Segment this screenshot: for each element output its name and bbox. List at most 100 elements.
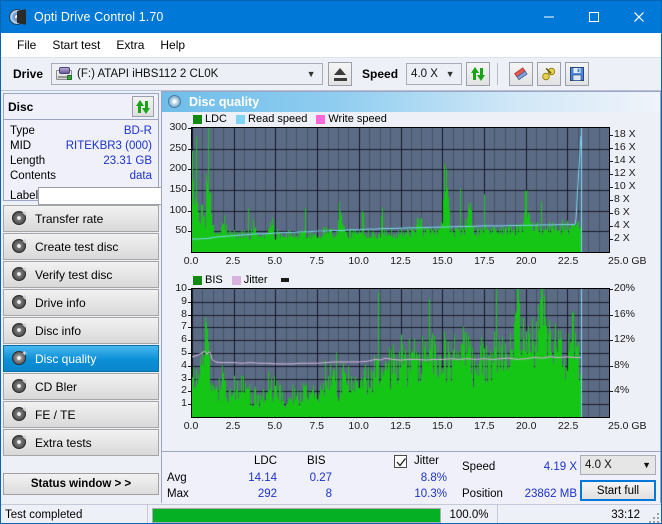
- axis-tick: [188, 128, 191, 129]
- menu-start-test[interactable]: Start test: [44, 36, 108, 54]
- drive-select[interactable]: (F:) ATAPI iHBS112 2 CL0K ▼: [51, 63, 324, 85]
- legend-label-ldc: LDC: [205, 113, 228, 125]
- speed-stat-label: Speed: [462, 461, 496, 473]
- sidebar-item-label: Disc info: [35, 323, 82, 338]
- resize-grip[interactable]: [647, 511, 659, 523]
- sidebar-item-extra-tests[interactable]: ✦ Extra tests: [3, 429, 159, 456]
- legend-swatch-jitter: [231, 275, 241, 285]
- axis-tick: [188, 190, 191, 191]
- axis-tick: [610, 161, 613, 162]
- axis-tick-label: 250: [169, 141, 187, 154]
- axis-tick-label: 5: [181, 346, 187, 358]
- elapsed-cell: 33:12: [497, 504, 661, 523]
- status-window-button[interactable]: Status window > >: [3, 473, 159, 495]
- axis-tick: [188, 391, 191, 392]
- test-speed-select[interactable]: 4.0 X ▼: [580, 455, 656, 475]
- jitter-label: Jitter: [414, 455, 439, 467]
- close-icon[interactable]: [616, 1, 661, 33]
- disc-test-icon: ✦: [12, 238, 28, 254]
- axis-tick: [610, 148, 613, 149]
- progress-bar: [152, 507, 441, 523]
- legend-label-bis: BIS: [205, 274, 223, 286]
- jitter-avg-value: 8.8%: [420, 472, 447, 484]
- page-title: Disc quality: [189, 95, 260, 109]
- axis-tick-label: 8 X: [614, 192, 630, 205]
- legend-swatch-write-speed: [316, 114, 326, 124]
- refresh-button[interactable]: [466, 62, 491, 86]
- axis-tick: [188, 289, 191, 290]
- axis-tick: [188, 353, 191, 354]
- speed-select[interactable]: 4.0 X ▼: [406, 63, 463, 85]
- axis-tick-label: 0.0: [183, 420, 199, 432]
- sidebar-item-label: FE / TE: [35, 407, 76, 422]
- axis-tick-label: 7.5: [309, 420, 324, 432]
- minimize-icon[interactable]: [526, 1, 571, 33]
- axis-tick-label: 20.0: [515, 255, 537, 267]
- axis-tick-label: 6: [181, 333, 187, 346]
- axis-tick-label: 6 X: [614, 205, 630, 218]
- ldc-chart-plot[interactable]: [191, 127, 610, 253]
- axis-tick: [610, 340, 613, 341]
- axis-tick-label: 10: [175, 282, 187, 294]
- sidebar-item-drive-info[interactable]: ✦ Drive info: [3, 289, 159, 316]
- ldc-max-value: 292: [257, 488, 277, 500]
- charts-area: LDC Read speed Write speed 50 100 150 200 25…: [162, 112, 660, 450]
- sidebar-item-verify-test-disc[interactable]: ✦ Verify test disc: [3, 261, 159, 288]
- axis-tick: [188, 302, 191, 303]
- sidebar-item-cd-bler[interactable]: ✦ CD Bler: [3, 373, 159, 400]
- tools-button[interactable]: [537, 62, 562, 86]
- jitter-checkbox[interactable]: [394, 455, 407, 468]
- legend-swatch-bis: [193, 275, 202, 285]
- axis-tick-label: 12.5: [390, 420, 411, 432]
- disc-refresh-button[interactable]: [132, 96, 154, 117]
- axis-tick-label: 150: [169, 183, 187, 195]
- refresh-icon: [471, 67, 486, 81]
- eject-button[interactable]: [328, 62, 353, 86]
- axis-tick: [610, 239, 613, 240]
- disc-label-label: Label: [10, 190, 39, 202]
- axis-tick: [610, 315, 613, 316]
- axis-tick: [610, 213, 613, 214]
- sidebar-item-fe-te[interactable]: ✦ FE / TE: [3, 401, 159, 428]
- menu-extra[interactable]: Extra: [108, 36, 152, 54]
- axis-tick-label: 100: [169, 203, 187, 216]
- axis-tick: [188, 169, 191, 170]
- disc-test-icon: ✦: [12, 322, 28, 338]
- disc-field-type-label: Type: [10, 124, 35, 137]
- app-window: Opti Drive Control 1.70 File Start test …: [0, 0, 662, 524]
- erase-button[interactable]: [509, 62, 534, 86]
- disc-field-length-value: 23.31 GB: [103, 154, 152, 167]
- menu-help[interactable]: Help: [152, 36, 193, 54]
- axis-tick-label: 12%: [614, 333, 636, 346]
- axis-tick: [188, 327, 191, 328]
- axis-tick: [610, 226, 613, 227]
- axis-tick: [610, 391, 613, 392]
- disc-fields: Type BD-R MID RITEKBR3 (000) Length 23.3…: [4, 120, 242, 206]
- chevron-down-icon: ▼: [445, 68, 455, 79]
- sidebar-item-disc-quality[interactable]: ✦ Disc quality: [3, 345, 159, 372]
- axis-tick: [610, 366, 613, 367]
- test-speed-select-value: 4.0 X: [585, 459, 612, 471]
- toolbar-separator: [497, 63, 499, 85]
- sidebar-item-disc-info[interactable]: ✦ Disc info: [3, 317, 159, 344]
- axis-tick: [610, 289, 613, 290]
- bis-max-value: 8: [325, 488, 332, 500]
- bis-chart-plot[interactable]: [191, 288, 610, 418]
- maximize-icon[interactable]: [571, 1, 616, 33]
- refresh-icon: [136, 99, 150, 114]
- axis-tick-label: 7.5: [309, 255, 324, 267]
- sidebar-item-create-test-disc[interactable]: ✦ Create test disc: [3, 233, 159, 260]
- axis-tick: [188, 211, 191, 212]
- axis-tick-label: 15.0: [432, 255, 453, 267]
- disc-box-header: Disc: [4, 94, 158, 120]
- disc-test-icon: ✦: [12, 378, 28, 394]
- stats-col-ldc: LDC: [254, 455, 278, 467]
- menu-file[interactable]: File: [9, 36, 44, 54]
- sidebar-item-transfer-rate[interactable]: ✦ Transfer rate: [3, 205, 159, 232]
- start-full-button[interactable]: Start full: [580, 480, 656, 501]
- axis-tick-label: 15.0: [432, 420, 453, 432]
- save-button[interactable]: [565, 62, 590, 86]
- axis-tick-label: 10 X: [614, 179, 636, 192]
- sidebar-item-label: Verify test disc: [35, 267, 113, 282]
- axis-tick-label: 10.0: [348, 420, 369, 432]
